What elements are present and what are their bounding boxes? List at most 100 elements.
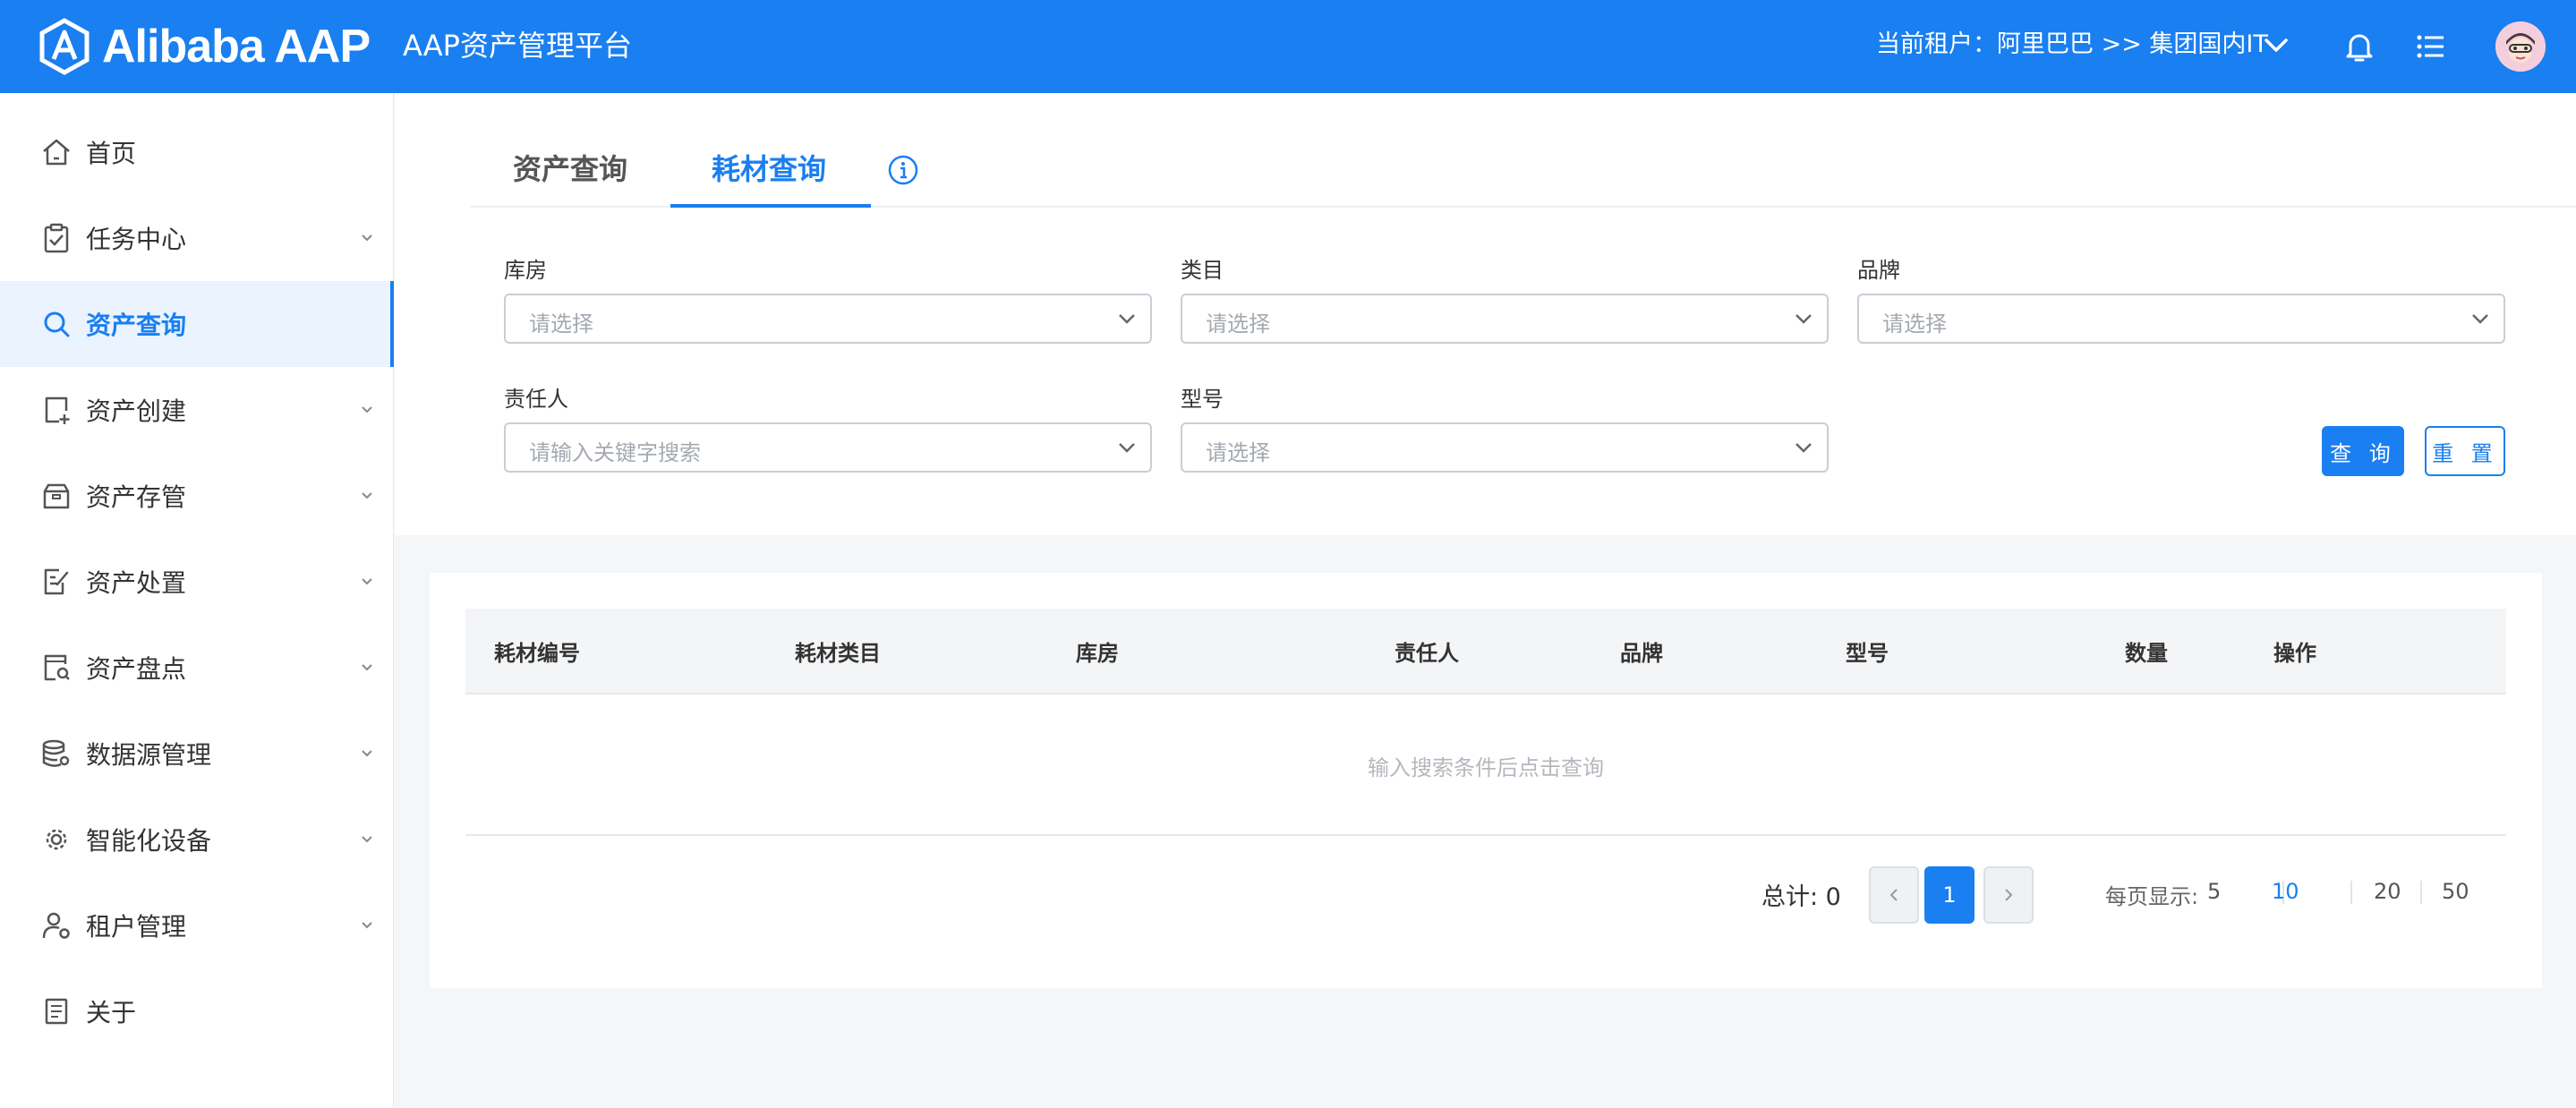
sidebar-item-label: 智能化设备 [86, 826, 212, 856]
database-gear-icon [42, 739, 70, 767]
search-panel: 资产查询 耗材查询 库房 请选择 类目 请选择 品牌 请选择 责任人 请输入关键… [395, 93, 2576, 535]
chevron-down-icon [1119, 443, 1135, 453]
sidebar-item-home[interactable]: 首页 [0, 109, 394, 195]
sidebar-item-smart-devices[interactable]: 智能化设备 [0, 797, 394, 882]
avatar[interactable] [2495, 21, 2546, 72]
sidebar-item-asset-disposal[interactable]: 资产处置 [0, 539, 394, 625]
sidebar-item-label: 资产存管 [86, 482, 187, 512]
inventory-search-icon [44, 654, 70, 681]
sidebar-item-asset-create[interactable]: 资产创建 [0, 367, 394, 453]
model-select[interactable]: 请选择 [1181, 422, 1829, 473]
sidebar-item-about[interactable]: 关于 [0, 968, 394, 1054]
prev-page-button[interactable] [1869, 866, 1919, 924]
add-file-icon [45, 396, 70, 424]
column-header[interactable]: 责任人 [1395, 635, 1459, 667]
category-label: 类目 [1181, 258, 1224, 283]
platform-title: AAP资产管理平台 [403, 29, 632, 63]
page-size-label: 每页显示: [2105, 884, 2199, 909]
results-panel: 耗材编号 耗材类目 库房 责任人 品牌 型号 数量 操作 输入搜索条件后点击查询… [430, 573, 2542, 988]
table-header: 耗材编号 耗材类目 库房 责任人 品牌 型号 数量 操作 [465, 609, 2506, 695]
column-header[interactable]: 耗材编号 [494, 635, 580, 667]
tab-asset-query[interactable]: 资产查询 [513, 147, 627, 188]
page-number-button[interactable]: 1 [1924, 866, 1975, 924]
page-size-option[interactable]: 20 [2374, 879, 2401, 904]
chevron-down-icon [362, 234, 372, 242]
page-size-option[interactable]: 50 [2442, 879, 2469, 904]
logo-text: Alibaba AAP [102, 21, 371, 72]
sidebar-item-label: 资产创建 [86, 396, 187, 426]
brand-label: 品牌 [1857, 258, 1900, 283]
chevron-down-icon [2472, 314, 2488, 324]
column-header[interactable]: 型号 [1846, 635, 1889, 667]
sidebar-item-asset-custody[interactable]: 资产存管 [0, 453, 394, 539]
chevron-down-icon [362, 750, 372, 757]
active-tab-indicator [670, 204, 871, 208]
tab-consumable-query[interactable]: 耗材查询 [712, 147, 826, 188]
column-header[interactable]: 耗材类目 [795, 635, 881, 667]
category-select[interactable]: 请选择 [1181, 294, 1829, 344]
home-icon [43, 139, 70, 166]
brand-select[interactable]: 请选择 [1857, 294, 2505, 344]
query-button[interactable]: 查 询 [2322, 426, 2404, 476]
chevron-right-icon [2005, 889, 2013, 901]
total-count: 总计: 0 [1761, 883, 1841, 911]
owner-search-select[interactable]: 请输入关键字搜索 [504, 422, 1152, 473]
chevron-left-icon [1889, 889, 1898, 901]
warehouse-placeholder: 请选择 [529, 311, 593, 337]
separator [2350, 881, 2352, 904]
sidebar-item-label: 关于 [86, 998, 137, 1027]
chevron-down-icon [1119, 314, 1135, 324]
sidebar-item-datasource[interactable]: 数据源管理 [0, 711, 394, 797]
list-icon[interactable] [2411, 27, 2451, 66]
tenant-selector[interactable]: 当前租户：阿里巴巴 >> 集团国内IT [1876, 27, 2268, 63]
sidebar-item-tasks[interactable]: 任务中心 [0, 195, 394, 281]
column-header[interactable]: 品牌 [1620, 635, 1663, 667]
model-placeholder: 请选择 [1206, 440, 1270, 465]
chevron-down-icon [362, 492, 372, 499]
search-icon [44, 311, 70, 337]
page-size-option-selected[interactable]: 10 [2272, 879, 2299, 904]
owner-label: 责任人 [504, 387, 568, 412]
reset-button[interactable]: 重 置 [2425, 426, 2505, 476]
warehouse-label: 库房 [504, 258, 547, 283]
edit-document-icon [44, 568, 69, 595]
next-page-button[interactable] [1983, 866, 2034, 924]
bell-icon[interactable] [2340, 27, 2379, 66]
top-header: Alibaba AAP AAP资产管理平台 当前租户：阿里巴巴 >> 集团国内I… [0, 0, 2576, 93]
chevron-down-icon [1796, 443, 1812, 453]
info-icon[interactable] [885, 152, 921, 188]
category-placeholder: 请选择 [1206, 311, 1270, 337]
chevron-down-icon [1796, 314, 1812, 324]
separator [2420, 881, 2422, 904]
page-size-option[interactable]: 5 [2207, 879, 2221, 904]
table-divider [465, 834, 2506, 836]
column-header[interactable]: 库房 [1076, 635, 1119, 667]
sidebar-item-label: 资产查询 [86, 311, 187, 340]
owner-placeholder: 请输入关键字搜索 [529, 440, 701, 465]
chevron-down-icon [362, 578, 372, 585]
user-gear-icon [42, 912, 70, 939]
smart-device-icon [46, 829, 67, 850]
logo-icon [39, 18, 90, 75]
sidebar: 首页 任务中心 资产查询 资产创建 资产存管 资产处置 资产盘点 数据源管理 智… [0, 93, 394, 1108]
chevron-down-icon[interactable] [2261, 32, 2291, 59]
sidebar-item-label: 租户管理 [86, 912, 187, 942]
sidebar-item-label: 数据源管理 [86, 740, 212, 770]
chevron-down-icon [362, 406, 372, 413]
column-header[interactable]: 数量 [2125, 635, 2168, 667]
box-icon [43, 483, 70, 509]
model-label: 型号 [1181, 387, 1224, 412]
avatar-icon [2495, 21, 2546, 72]
chevron-down-icon [362, 922, 372, 929]
chevron-down-icon [362, 664, 372, 671]
document-icon [45, 998, 68, 1025]
warehouse-select[interactable]: 请选择 [504, 294, 1152, 344]
sidebar-item-asset-inventory[interactable]: 资产盘点 [0, 625, 394, 711]
sidebar-item-label: 资产盘点 [86, 654, 187, 684]
column-header[interactable]: 操作 [2273, 635, 2316, 667]
logo[interactable]: Alibaba AAP [36, 18, 371, 75]
empty-state-message: 输入搜索条件后点击查询 [1368, 755, 1604, 780]
sidebar-item-tenant-management[interactable]: 租户管理 [0, 882, 394, 968]
sidebar-item-asset-query[interactable]: 资产查询 [0, 281, 394, 367]
sidebar-item-label: 资产处置 [86, 568, 187, 598]
